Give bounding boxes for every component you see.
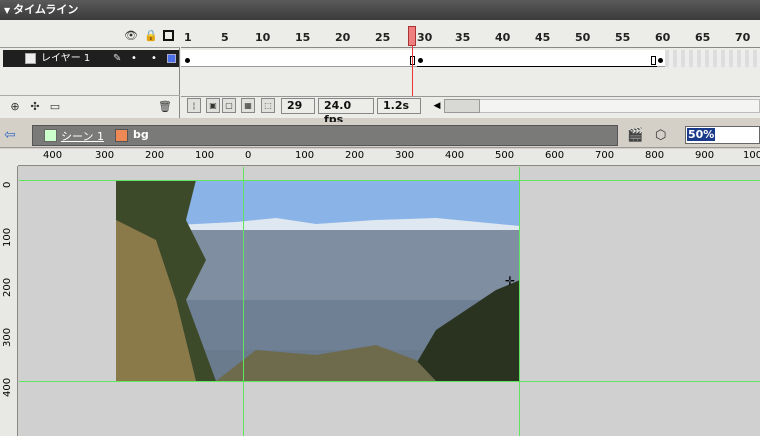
frame-number-15: 15 — [295, 31, 311, 44]
landscape-image — [116, 180, 520, 381]
keyframe-60[interactable] — [658, 58, 663, 63]
frame-number-40: 40 — [495, 31, 511, 44]
edit-multiple-icon[interactable]: ▦ — [241, 98, 255, 113]
layer-row[interactable]: レイヤー 1 ✎ • • — [3, 50, 179, 67]
frame-number-25: 25 — [375, 31, 391, 44]
frame-number-50: 50 — [575, 31, 591, 44]
guide-horizontal[interactable] — [19, 381, 760, 382]
keyframe-1[interactable] — [185, 58, 190, 63]
frame-number-60: 60 — [655, 31, 671, 44]
add-layer-icon[interactable]: ⊕ — [8, 100, 22, 113]
hruler-label: 800 — [645, 150, 665, 161]
layer-name: レイヤー 1 — [41, 53, 91, 64]
symbol-name[interactable]: bg — [133, 128, 149, 141]
hruler-label: 300 — [95, 150, 115, 161]
crosshair-cursor-icon: ✛ — [505, 274, 516, 288]
scene-icon — [44, 129, 57, 142]
hruler-label: 200 — [345, 150, 365, 161]
layer-toolbar — [0, 95, 180, 118]
onion-outline-icon[interactable]: ▢ — [222, 98, 236, 113]
zoom-value: 50% — [687, 128, 716, 141]
frame-number-20: 20 — [335, 31, 351, 44]
hruler-label: 700 — [595, 150, 615, 161]
frame-number-35: 35 — [455, 31, 471, 44]
lock-icon[interactable]: 🔒 — [144, 30, 158, 42]
hruler-label: 500 — [495, 150, 515, 161]
add-folder-icon[interactable]: ▭ — [48, 100, 62, 113]
hruler-label: 600 — [545, 150, 565, 161]
frame-number-70: 70 — [735, 31, 751, 44]
edit-scene-icon[interactable]: 🎬 — [627, 128, 643, 143]
timeline-scrollbar[interactable] — [444, 99, 760, 113]
background-image[interactable] — [116, 180, 520, 381]
hruler-label: 100 — [295, 150, 315, 161]
edit-symbol-icon[interactable]: ⬡ — [655, 128, 666, 143]
frame-number-1: 1 — [184, 31, 192, 44]
scroll-left-icon[interactable]: ◀ — [431, 98, 443, 114]
hruler-label: 0 — [245, 150, 252, 161]
zoom-input[interactable]: 50% — [685, 126, 760, 144]
guide-vertical[interactable] — [243, 167, 244, 436]
trash-icon[interactable]: 🗑 — [158, 100, 172, 113]
ruler-corner — [0, 149, 18, 166]
frame-number-55: 55 — [615, 31, 631, 44]
collapse-triangle-icon[interactable]: ▼ — [4, 6, 10, 15]
hruler-label: 300 — [395, 150, 415, 161]
center-frame-icon[interactable]: ¦ — [187, 98, 201, 113]
scene-link[interactable]: シーン 1 — [61, 128, 104, 144]
timeline-title-label: タイムライン — [13, 3, 79, 16]
eye-icon[interactable]: 👁 — [124, 30, 138, 42]
vruler-label: 100 — [2, 227, 13, 247]
back-arrow-icon[interactable]: ⇦ — [4, 127, 16, 143]
add-guide-layer-icon[interactable]: ✣ — [28, 100, 42, 113]
vruler-label: 400 — [2, 377, 13, 397]
vruler-label: 0 — [2, 181, 13, 188]
endframe-59[interactable] — [651, 56, 656, 65]
hruler-label: 400 — [43, 150, 63, 161]
hruler-label: 100 — [743, 150, 760, 161]
frame-rate[interactable]: 24.0 fps — [318, 98, 374, 126]
guide-vertical[interactable] — [519, 167, 520, 436]
playhead[interactable] — [408, 26, 416, 46]
frame-number-45: 45 — [535, 31, 551, 44]
lock-dot-icon[interactable]: • — [151, 50, 157, 67]
playhead-line — [412, 46, 413, 96]
keyframe-30[interactable] — [418, 58, 423, 63]
frame-number-65: 65 — [695, 31, 711, 44]
hruler-label: 400 — [445, 150, 465, 161]
hruler-label: 900 — [695, 150, 715, 161]
hruler-label: 100 — [195, 150, 215, 161]
guide-horizontal[interactable] — [19, 180, 760, 181]
current-frame: 29 — [281, 98, 315, 114]
outline-icon[interactable] — [163, 30, 174, 41]
frame-number-30: 30 — [417, 31, 433, 44]
pencil-icon: ✎ — [113, 53, 122, 64]
onion-markers-icon[interactable]: ⬚ — [261, 98, 275, 113]
empty-frames — [665, 50, 760, 67]
elapsed-time: 1.2s — [377, 98, 421, 114]
layer-icon — [25, 53, 36, 64]
frame-number-10: 10 — [255, 31, 271, 44]
tween-span-line — [417, 66, 657, 67]
visibility-dot-icon[interactable]: • — [131, 50, 137, 67]
hruler-label: 200 — [145, 150, 165, 161]
symbol-icon — [115, 129, 128, 142]
frame-number-5: 5 — [221, 31, 229, 44]
vruler-label: 200 — [2, 277, 13, 297]
scroll-thumb[interactable] — [444, 99, 480, 113]
vruler-label: 300 — [2, 327, 13, 347]
layer-color-icon[interactable] — [167, 54, 176, 63]
onion-skin-icon[interactable]: ▣ — [206, 98, 220, 113]
timeline-panel-title[interactable]: ▼ タイムライン — [0, 0, 760, 20]
